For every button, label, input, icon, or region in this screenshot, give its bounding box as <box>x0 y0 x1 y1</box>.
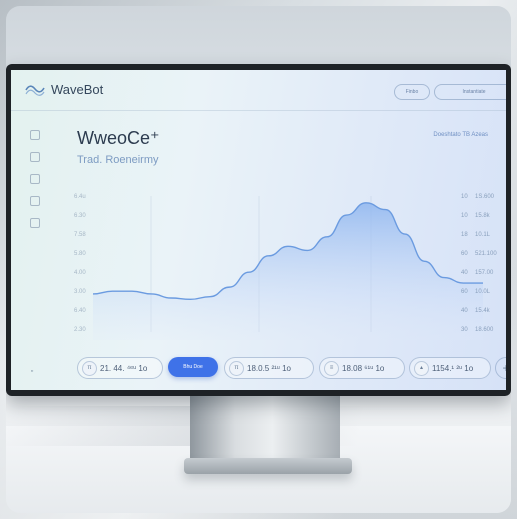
screen: WaveBot Finbo Instantiate WweoCe⁺ Trad. … <box>11 70 506 390</box>
add-button[interactable]: + <box>495 357 506 379</box>
right-value-index: 40 <box>461 308 468 314</box>
metric-chip-1[interactable]: π 21. 44. ⁴ᵉᵘ 1o <box>77 357 163 379</box>
right-value-amount: 15.4k <box>475 308 490 314</box>
pi-icon: π <box>82 361 97 376</box>
chip-text: 21. 44. ⁴ᵉᵘ 1o <box>100 364 148 373</box>
right-value-amount: 10.1L <box>475 232 491 238</box>
right-value-index: 30 <box>461 327 468 333</box>
y-tick-label: 4.00 <box>74 270 86 276</box>
chart-area <box>93 202 483 340</box>
monitor: WaveBot Finbo Instantiate WweoCe⁺ Trad. … <box>6 64 511 396</box>
right-value-index: 60 <box>461 289 468 295</box>
corner-glyph: „ <box>31 366 34 373</box>
right-value-index: 40 <box>461 270 468 276</box>
right-value-amount: 157.00 <box>475 270 494 276</box>
right-value-amount: 1S.600 <box>475 194 495 200</box>
metric-chip-4[interactable]: ▴ 1154.¹ ²ᵘ 1o <box>409 357 491 379</box>
y-tick-label: 6.30 <box>74 213 86 219</box>
chip-text: 18.0.5 ²¹ᵘ 1o <box>247 364 291 373</box>
monitor-stand <box>190 392 340 464</box>
right-value-amount: 10.0L <box>475 289 491 295</box>
right-value-index: 10 <box>461 194 468 200</box>
primary-button[interactable]: Bhu Doe <box>168 357 218 377</box>
metric-chip-3[interactable]: ≡ 18.08 ⁶¹ᵘ 1o <box>319 357 405 379</box>
chip-text: 1154.¹ ²ᵘ 1o <box>432 364 474 373</box>
pi-icon: π <box>229 361 244 376</box>
right-value-index: 18 <box>461 232 468 238</box>
right-value-amount: 18.600 <box>475 327 494 333</box>
metric-chip-2[interactable]: π 18.0.5 ²¹ᵘ 1o <box>224 357 314 379</box>
list-icon: ≡ <box>324 361 339 376</box>
right-value-index: 10 <box>461 213 468 219</box>
y-tick-label: 2.30 <box>74 327 86 333</box>
monitor-base <box>184 458 352 474</box>
y-tick-label: 3.00 <box>74 289 86 295</box>
right-value-index: 60 <box>461 251 468 257</box>
chip-text: 18.08 ⁶¹ᵘ 1o <box>342 364 385 373</box>
bottom-toolbar: „ π 21. 44. ⁴ᵉᵘ 1o Bhu Doe π 18.0.5 ²¹ᵘ … <box>11 348 506 390</box>
right-value-amount: 15.8k <box>475 213 490 219</box>
y-tick-label: 7.58 <box>74 232 86 238</box>
y-tick-label: 6.40 <box>74 308 86 314</box>
y-tick-label: 5.80 <box>74 251 86 257</box>
y-tick-label: 6.4u <box>74 194 86 200</box>
triangle-icon: ▴ <box>414 361 429 376</box>
right-value-amount: 521.100 <box>475 251 497 257</box>
photo-frame: WaveBot Finbo Instantiate WweoCe⁺ Trad. … <box>6 6 511 513</box>
